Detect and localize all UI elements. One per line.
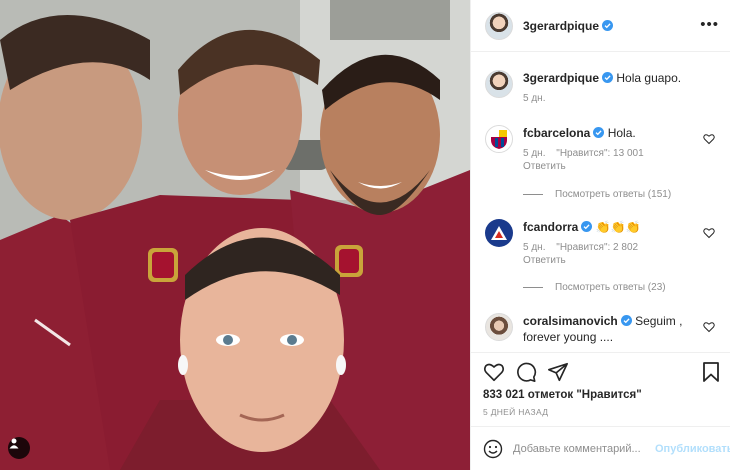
fcb-crest-icon <box>491 130 507 149</box>
paper-plane-icon[interactable] <box>547 361 569 383</box>
caption: 3gerardpique Hola guapo. 5 дн. <box>485 70 723 105</box>
heart-icon[interactable] <box>703 321 715 333</box>
comment-username[interactable]: coralsimanovich <box>523 314 618 328</box>
heart-icon[interactable] <box>703 227 715 239</box>
avatar[interactable] <box>485 11 513 40</box>
verified-badge-icon <box>602 20 614 31</box>
post-details-panel: 3gerardpique ••• 3gerardpique Hola guapo… <box>470 0 730 470</box>
view-replies-button[interactable]: Посмотреть ответы (151) <box>523 189 671 200</box>
caption-username[interactable]: 3gerardpique <box>523 71 599 85</box>
list-item: fcandorra 👏👏👏 5 дн. "Нравится": 2 802 От… <box>485 219 723 267</box>
reply-button[interactable]: Ответить <box>523 160 703 173</box>
comment-input[interactable] <box>513 442 655 455</box>
list-item: coralsimanovich Seguim , forever young .… <box>485 313 723 345</box>
view-replies-button[interactable]: Посмотреть ответы (23) <box>523 282 666 293</box>
avatar[interactable] <box>485 219 513 247</box>
comment-icon[interactable] <box>515 361 537 383</box>
publish-button[interactable]: Опубликовать <box>655 443 730 455</box>
bookmark-icon[interactable] <box>701 361 721 383</box>
post-timestamp[interactable]: 5 ДНЕЙ НАЗАД <box>483 407 548 417</box>
comment-time[interactable]: 5 дн. <box>523 148 545 159</box>
comment-likes[interactable]: "Нравится": 2 802 <box>556 242 638 253</box>
likes-count[interactable]: 833 021 отметок "Нравится" <box>483 389 642 401</box>
avatar[interactable] <box>485 313 513 341</box>
comment-text: 👏👏👏 <box>595 220 641 234</box>
verified-badge-icon <box>593 127 605 138</box>
post-header: 3gerardpique ••• <box>471 0 730 52</box>
emoji-icon[interactable] <box>483 439 503 459</box>
comment-text: Hola. <box>607 126 636 140</box>
avatar[interactable] <box>485 70 513 98</box>
reply-button[interactable]: Ответить <box>523 254 703 267</box>
comment-username[interactable]: fcbarcelona <box>523 126 590 140</box>
comment-username[interactable]: fcandorra <box>523 220 578 234</box>
more-options-button[interactable]: ••• <box>700 17 719 32</box>
comment-composer: Опубликовать <box>471 426 730 470</box>
caption-text: Hola guapo. <box>616 71 682 85</box>
comment-time[interactable]: 5 дн. <box>523 242 545 253</box>
avatar[interactable] <box>485 125 513 153</box>
caption-time[interactable]: 5 дн. <box>523 93 545 104</box>
comments-list[interactable]: 3gerardpique Hola guapo. 5 дн. fcbarcelo… <box>471 52 730 352</box>
comment-likes[interactable]: "Нравится": 13 001 <box>556 148 643 159</box>
author-username[interactable]: 3gerardpique <box>523 19 599 33</box>
verified-badge-icon <box>620 315 632 326</box>
post-photo[interactable] <box>0 0 470 470</box>
post-image <box>0 0 470 470</box>
heart-icon[interactable] <box>703 133 715 145</box>
fca-crest-icon <box>491 226 507 240</box>
heart-icon[interactable] <box>483 361 505 383</box>
verified-badge-icon <box>581 221 593 232</box>
list-item: fcbarcelona Hola. 5 дн. "Нравится": 13 0… <box>485 125 723 173</box>
person-tag-icon[interactable] <box>8 437 30 459</box>
verified-badge-icon <box>602 72 614 83</box>
